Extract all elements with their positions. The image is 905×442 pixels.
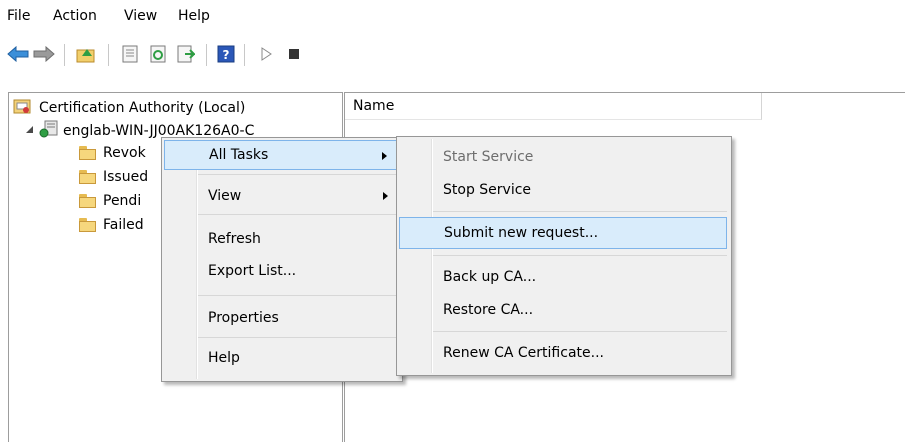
menu-item-label: Restore CA...: [443, 302, 534, 318]
up-folder-icon[interactable]: [74, 42, 98, 66]
export-list-icon[interactable]: [174, 42, 198, 66]
toolbar-separator: [206, 44, 207, 66]
refresh-icon[interactable]: [146, 42, 170, 66]
menu-item-all-tasks[interactable]: All Tasks: [164, 140, 398, 170]
menu-item-stop-service[interactable]: Stop Service: [399, 175, 727, 205]
menu-separator: [198, 337, 398, 338]
folder-icon: [79, 218, 97, 232]
menu-separator: [433, 211, 727, 212]
menu-separator: [433, 255, 727, 256]
ca-server-icon: [39, 120, 59, 142]
folder-icon: [79, 170, 97, 184]
menu-item-refresh[interactable]: Refresh: [164, 224, 398, 254]
menu-item-label: Stop Service: [443, 182, 532, 198]
menu-separator: [198, 174, 398, 175]
tree-item-label: Issued: [103, 169, 149, 185]
menu-item-submit-new-request[interactable]: Submit new request...: [399, 217, 727, 249]
menu-item-label: Back up CA...: [443, 269, 537, 285]
tree-item-label: Failed: [103, 217, 144, 233]
submenu-arrow-icon: [383, 192, 388, 200]
menu-item-start-service[interactable]: Start Service: [399, 142, 727, 172]
column-header-label: Name: [353, 98, 395, 114]
menu-separator: [198, 214, 398, 215]
menu-item-label: All Tasks: [209, 147, 269, 163]
menu-item-label: Renew CA Certificate...: [443, 345, 604, 361]
menu-view[interactable]: View: [124, 8, 157, 24]
menu-item-label: Properties: [208, 310, 279, 326]
tree-item-label: Pendi: [103, 193, 142, 209]
tree-item-label: Certification Authority (Local): [39, 100, 246, 116]
folder-icon: [79, 146, 97, 160]
submenu-arrow-icon: [382, 152, 387, 160]
folder-icon: [79, 194, 97, 208]
tree-item-revoked[interactable]: Revok: [79, 142, 146, 164]
menu-item-label: View: [208, 188, 242, 204]
menu-help[interactable]: Help: [178, 8, 210, 24]
menu-item-label: Export List...: [208, 263, 297, 279]
menu-item-renew-ca-certificate[interactable]: Renew CA Certificate...: [399, 338, 727, 368]
tree-item-pending[interactable]: Pendi: [79, 190, 141, 212]
tree-item-root[interactable]: Certification Authority (Local): [13, 97, 245, 119]
menu-item-help[interactable]: Help: [164, 343, 398, 373]
tree-item-issued[interactable]: Issued: [79, 166, 148, 188]
menu-item-properties[interactable]: Properties: [164, 303, 398, 333]
collapse-triangle-icon[interactable]: [25, 123, 35, 139]
menu-action[interactable]: Action: [53, 8, 97, 24]
play-icon[interactable]: [254, 42, 278, 66]
all-tasks-submenu: Start Service Stop Service Submit new re…: [396, 136, 732, 376]
toolbar-separator: [64, 44, 65, 66]
menu-item-label: Help: [208, 350, 240, 366]
toolbar-separator: [108, 44, 109, 66]
toolbar-separator: [244, 44, 245, 66]
forward-arrow-icon[interactable]: [32, 42, 56, 66]
menu-item-export-list[interactable]: Export List...: [164, 256, 398, 286]
menubar: File Action View Help: [0, 0, 905, 30]
menu-item-label: Start Service: [443, 149, 534, 165]
properties-icon[interactable]: [118, 42, 142, 66]
help-icon[interactable]: ?: [214, 42, 238, 66]
tree-item-failed[interactable]: Failed: [79, 214, 144, 236]
menu-item-restore-ca[interactable]: Restore CA...: [399, 295, 727, 325]
menu-file[interactable]: File: [7, 8, 30, 24]
column-header-name[interactable]: Name: [345, 93, 762, 120]
toolbar: ?: [0, 38, 905, 78]
context-menu: All Tasks View Refresh Export List... Pr…: [161, 137, 403, 382]
menu-item-label: Submit new request...: [444, 225, 599, 241]
menu-separator: [198, 295, 398, 296]
back-arrow-icon[interactable]: [6, 42, 30, 66]
stop-icon[interactable]: [282, 42, 306, 66]
tree-item-label: Revok: [103, 145, 146, 161]
menu-item-label: Refresh: [208, 231, 261, 247]
menu-item-back-up-ca[interactable]: Back up CA...: [399, 262, 727, 292]
menu-separator: [433, 331, 727, 332]
menu-item-view[interactable]: View: [164, 181, 398, 211]
certificate-authority-icon: [13, 97, 33, 119]
svg-text:?: ?: [223, 48, 230, 62]
